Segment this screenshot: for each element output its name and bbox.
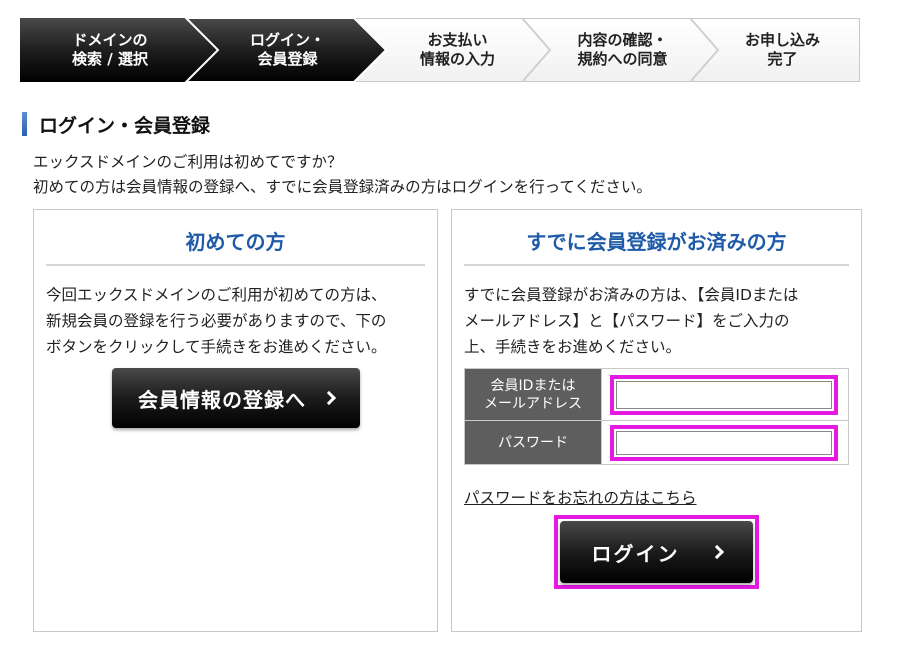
forgot-password-link[interactable]: パスワードをお忘れの方はこちら bbox=[464, 486, 697, 508]
member-id-cell bbox=[601, 368, 849, 421]
intro-text: エックスドメインのご利用は初めてですか？ 初めての方は会員情報の登録へ、すでに会… bbox=[33, 150, 652, 200]
member-title: すでに会員登録がお済みの方 bbox=[464, 226, 849, 266]
login-button-label: ログイン bbox=[591, 541, 680, 566]
step-1-label: ドメインの 検索 / 選択 bbox=[72, 31, 148, 68]
register-button-label: 会員情報の登録へ bbox=[138, 387, 306, 412]
new-user-panel: 初めての方 今回エックスドメインのご利用が初めての方は、 新規会員の登録を行う必… bbox=[33, 209, 438, 632]
member-id-label-line-1: 会員IDまたは bbox=[490, 377, 576, 394]
member-login-panel: すでに会員登録がお済みの方 すでに会員登録がお済みの方は、【会員IDまたは メー… bbox=[451, 209, 862, 632]
login-form: 会員IDまたは メールアドレス パスワード bbox=[464, 368, 849, 465]
new-user-text-line: 今回エックスドメインのご利用が初めての方は、 bbox=[46, 286, 387, 304]
step-2-label: ログイン・ 会員登録 bbox=[249, 31, 325, 68]
member-text-line: メールアドレス】と【パスワード】をご入力の bbox=[464, 312, 790, 330]
password-cell bbox=[601, 420, 849, 465]
step-5-label: お申し込み 完了 bbox=[744, 31, 820, 68]
page-title: ログイン・会員登録 bbox=[39, 114, 211, 137]
progress-steps: ドメインの 検索 / 選択 ログイン・ 会員登録 お支払い 情報の入力 内容の確… bbox=[20, 18, 860, 82]
register-button[interactable]: 会員情報の登録へ bbox=[112, 368, 360, 428]
section-heading: ログイン・会員登録 bbox=[22, 112, 211, 137]
member-id-highlight bbox=[610, 374, 838, 415]
member-id-input[interactable] bbox=[616, 380, 832, 409]
new-user-text-line: ボタンをクリックして手続きをお進めください。 bbox=[46, 338, 387, 356]
new-user-text-line: 新規会員の登録を行う必要がありますので、下の bbox=[46, 312, 387, 330]
login-button[interactable]: ログイン bbox=[560, 521, 753, 583]
step-3-label: お支払い 情報の入力 bbox=[419, 31, 495, 68]
intro-line-1: エックスドメインのご利用は初めてですか？ bbox=[33, 153, 343, 171]
heading-accent-bar bbox=[22, 112, 27, 136]
new-user-description: 今回エックスドメインのご利用が初めての方は、 新規会員の登録を行う必要があります… bbox=[46, 282, 431, 360]
password-input[interactable] bbox=[616, 430, 832, 455]
password-label: パスワード bbox=[464, 420, 602, 465]
chevron-right-icon bbox=[709, 544, 724, 560]
password-highlight bbox=[610, 424, 838, 461]
member-id-label-line-2: メールアドレス bbox=[484, 395, 582, 412]
member-description: すでに会員登録がお済みの方は、【会員IDまたは メールアドレス】と【パスワード】… bbox=[464, 282, 856, 360]
intro-line-2: 初めての方は会員情報の登録へ、すでに会員登録済みの方はログインを行ってください。 bbox=[33, 178, 652, 196]
member-text-line: すでに会員登録がお済みの方は、【会員IDまたは bbox=[464, 286, 799, 304]
member-id-label: 会員IDまたは メールアドレス bbox=[464, 368, 602, 421]
new-user-title: 初めての方 bbox=[46, 226, 425, 266]
chevron-right-icon bbox=[321, 390, 337, 406]
member-text-line: 上、手続きをお進めください。 bbox=[464, 338, 682, 356]
step-4-label: 内容の確認・ 規約への同意 bbox=[577, 31, 668, 68]
